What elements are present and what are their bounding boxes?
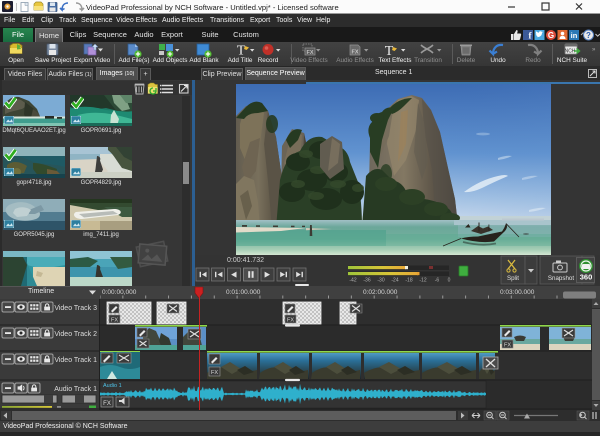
svg-text:FX: FX	[211, 370, 218, 376]
svg-text:G: G	[548, 31, 554, 40]
svg-text:-24: -24	[391, 278, 398, 284]
svg-text:»: »	[592, 47, 596, 53]
svg-text:FX: FX	[103, 401, 111, 407]
svg-text:0:01:00.000: 0:01:00.000	[226, 289, 261, 296]
svg-text:FX: FX	[504, 343, 511, 349]
svg-text:Video Track 2: Video Track 2	[54, 331, 97, 338]
svg-text:?: ?	[586, 31, 591, 40]
svg-text:Snapshot: Snapshot	[548, 275, 574, 282]
svg-text:FX: FX	[306, 50, 313, 56]
svg-text:-6: -6	[435, 278, 440, 284]
svg-text:FX: FX	[111, 318, 118, 324]
svg-text:0:02:00.000: 0:02:00.000	[363, 289, 398, 296]
svg-text:Video Track 3: Video Track 3	[54, 305, 97, 312]
svg-text:0: 0	[448, 278, 451, 284]
svg-text:Audio 1: Audio 1	[103, 383, 122, 389]
svg-text:360: 360	[580, 273, 593, 282]
svg-text:Video Track 1: Video Track 1	[54, 357, 97, 364]
svg-text:0:03:00.000: 0:03:00.000	[500, 289, 535, 296]
svg-text:Split: Split	[507, 275, 519, 282]
svg-text:-42: -42	[349, 278, 356, 284]
svg-text:FX: FX	[351, 50, 358, 56]
svg-text:-30: -30	[377, 278, 384, 284]
svg-text:-12: -12	[419, 278, 426, 284]
svg-text:in: in	[571, 31, 578, 40]
svg-text:FX: FX	[287, 318, 294, 324]
svg-text:Audio Track 1: Audio Track 1	[54, 386, 97, 393]
svg-text:-36: -36	[363, 278, 370, 284]
svg-text:0:00:00,000: 0:00:00,000	[102, 289, 137, 296]
svg-text:-18: -18	[405, 278, 412, 284]
